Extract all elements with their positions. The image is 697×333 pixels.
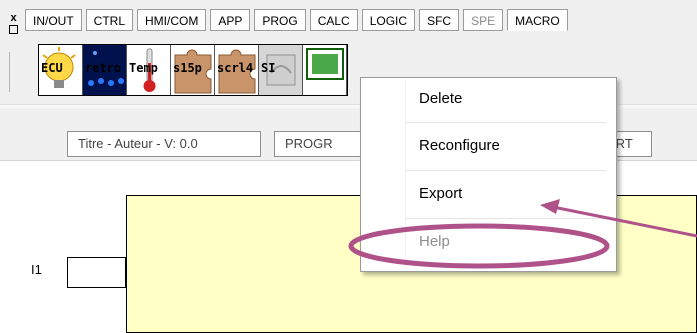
restore-panel-button[interactable] [9, 25, 18, 34]
tab-prog[interactable]: PROG [254, 9, 306, 31]
tab-app[interactable]: APP [210, 9, 251, 31]
menu-item-delete[interactable]: Delete [419, 90, 462, 107]
panel-side-buttons: x [8, 13, 20, 36]
palette-item-fbd[interactable] [303, 45, 347, 95]
palette-item-label: Temp [129, 61, 158, 75]
palette-item-label: retro [85, 61, 122, 75]
palette-item-s15p[interactable]: s15p [171, 45, 215, 95]
palette-item-si[interactable]: SI [259, 45, 303, 95]
menu-item-help[interactable]: Help [419, 233, 450, 250]
author-field[interactable]: Titre - Auteur - V: 0.0 [67, 131, 261, 157]
menu-item-reconfigure[interactable]: Reconfigure [419, 137, 500, 154]
context-menu: Delete Reconfigure Export Help [360, 77, 617, 272]
palette-item-label: s15p [173, 61, 202, 75]
palette-item-temp[interactable]: Temp [127, 45, 171, 95]
tab-macro[interactable]: MACRO [507, 9, 568, 31]
tab-logic[interactable]: LOGIC [361, 9, 416, 31]
tab-spe[interactable]: SPE [463, 9, 504, 31]
macro-palette: ECU retro Temp s15p scrl4 SI [38, 44, 348, 96]
tab-sfc[interactable]: SFC [419, 9, 460, 31]
palette-item-scrl4[interactable]: scrl4 [215, 45, 259, 95]
close-panel-button[interactable]: x [8, 13, 19, 24]
palette-item-label: ECU [41, 61, 63, 75]
tab-in-out[interactable]: IN/OUT [25, 9, 82, 31]
function-tabs: IN/OUT CTRL HMI/COM APP PROG CALC LOGIC … [25, 9, 572, 33]
tab-hmi-com[interactable]: HMI/COM [137, 9, 207, 31]
palette-item-ecu[interactable]: ECU [39, 45, 83, 95]
menu-separator [406, 122, 606, 123]
palette-item-label: scrl4 [217, 61, 254, 75]
tab-calc[interactable]: CALC [309, 9, 358, 31]
menu-gutter [405, 80, 406, 269]
program-field[interactable]: PROGR [274, 131, 374, 157]
menu-separator [406, 170, 606, 171]
tab-ctrl[interactable]: CTRL [85, 9, 134, 31]
palette-item-retro[interactable]: retro [83, 45, 127, 95]
input-block[interactable] [67, 257, 126, 288]
palette-item-label: SI [261, 61, 276, 75]
menu-separator [406, 218, 606, 219]
input-label: I1 [31, 262, 42, 277]
divider [9, 52, 10, 92]
fbd-block-icon [306, 48, 344, 80]
menu-item-export[interactable]: Export [419, 185, 462, 202]
